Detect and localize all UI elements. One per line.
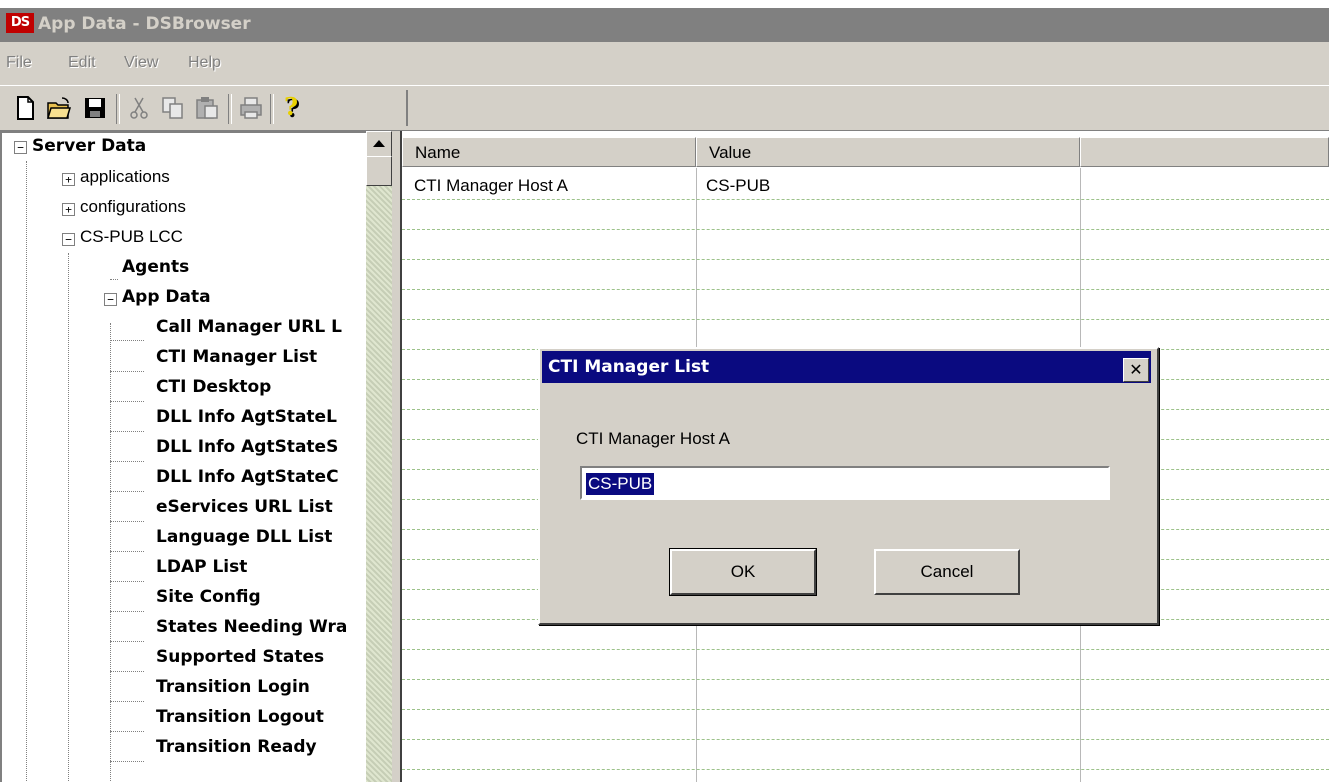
scroll-up-arrow-icon[interactable] — [366, 131, 392, 157]
cti-manager-list-dialog: CTI Manager List ✕ CTI Manager Host A CS… — [538, 347, 1159, 625]
expand-icon[interactable]: + — [62, 173, 75, 186]
tree-agents[interactable]: Agents — [122, 253, 189, 281]
row-divider — [402, 229, 1329, 230]
ok-button[interactable]: OK — [670, 549, 816, 595]
menu-help[interactable]: Help — [188, 54, 221, 72]
row-divider — [402, 289, 1329, 290]
server-data-tree: − Server Data + applications + configura… — [0, 131, 368, 782]
collapse-icon[interactable]: − — [14, 141, 27, 154]
tree-app-item[interactable]: DLL Info AgtStateS — [156, 433, 338, 461]
tree-configurations[interactable]: configurations — [80, 193, 186, 221]
expand-icon[interactable]: + — [62, 203, 75, 216]
tree-app-item[interactable]: Call Manager URL L — [156, 313, 342, 341]
dialog-field-label: CTI Manager Host A — [576, 429, 731, 448]
window-title: App Data - DSBrowser — [38, 14, 251, 34]
tree-app-item[interactable]: LDAP List — [156, 553, 247, 581]
menu-edit[interactable]: Edit — [68, 54, 96, 72]
ds-app-icon: DS — [6, 13, 34, 33]
tree-app-item[interactable]: DLL Info AgtStateL — [156, 403, 337, 431]
menu-view[interactable]: View — [124, 54, 158, 72]
row-divider — [402, 319, 1329, 320]
row-divider — [402, 769, 1329, 770]
cell-value[interactable]: CS-PUB — [706, 176, 770, 196]
column-header-name[interactable]: Name — [402, 137, 696, 167]
tree-app-item[interactable]: Site Config — [156, 583, 261, 611]
toolbar: ?? — [0, 86, 1329, 131]
column-header-value[interactable]: Value — [696, 137, 1080, 167]
collapse-icon[interactable]: − — [62, 233, 75, 246]
tree-app-item[interactable]: States Needing Wra — [156, 613, 347, 641]
paste-icon — [194, 94, 220, 122]
cancel-button[interactable]: Cancel — [874, 549, 1020, 595]
svg-text:?: ? — [284, 94, 298, 121]
cti-host-input[interactable]: CS-PUB — [580, 466, 1110, 500]
tree-app-item[interactable]: CTI Desktop — [156, 373, 271, 401]
print-icon — [238, 94, 264, 122]
new-icon[interactable] — [12, 94, 38, 122]
window-titlebar: DS App Data - DSBrowser — [0, 8, 1329, 42]
tree-app-item[interactable]: Language DLL List — [156, 523, 332, 551]
tree-root[interactable]: Server Data — [32, 133, 146, 160]
scroll-thumb[interactable] — [366, 156, 392, 186]
open-icon[interactable] — [46, 94, 72, 122]
close-icon[interactable]: ✕ — [1123, 358, 1149, 382]
toolbar-separator — [116, 94, 120, 124]
tree-app-data[interactable]: App Data — [122, 283, 211, 311]
toolbar-separator — [228, 94, 232, 124]
dialog-title: CTI Manager List — [542, 351, 1151, 383]
tree-lcc[interactable]: CS-PUB LCC — [80, 223, 183, 251]
row-divider — [402, 259, 1329, 260]
tree-scrollbar[interactable] — [366, 131, 392, 782]
cut-icon — [126, 94, 152, 122]
tree-app-item[interactable]: Transition Login — [156, 673, 310, 701]
toolbar-separator — [270, 94, 274, 124]
tree-app-item[interactable]: eServices URL List — [156, 493, 333, 521]
row-divider — [402, 649, 1329, 650]
cti-host-input-value[interactable]: CS-PUB — [586, 473, 655, 495]
copy-icon — [160, 94, 186, 122]
row-divider — [402, 679, 1329, 680]
tree-app-item[interactable]: Supported States — [156, 643, 324, 671]
tree-app-item[interactable]: DLL Info AgtStateC — [156, 463, 339, 491]
help-icon[interactable]: ?? — [280, 94, 306, 122]
page-caption-strip — [0, 0, 1329, 8]
row-divider — [402, 709, 1329, 710]
column-header-empty[interactable] — [1080, 137, 1329, 167]
tree-applications[interactable]: applications — [80, 163, 170, 191]
pane-splitter[interactable] — [392, 131, 402, 782]
menu-bar: File Edit View Help — [0, 43, 1329, 86]
dsbrowser-window: DS App Data - DSBrowser File Edit View H… — [0, 8, 1329, 782]
tree-app-item[interactable]: Transition Logout — [156, 703, 324, 731]
tree-app-item[interactable]: Transition Ready — [156, 733, 317, 761]
tree-app-item[interactable]: CTI Manager List — [156, 343, 317, 371]
toolbar-buttons: ?? — [6, 90, 408, 126]
cell-name[interactable]: CTI Manager Host A — [414, 176, 568, 196]
row-divider — [402, 739, 1329, 740]
row-divider — [402, 199, 1329, 200]
menu-file[interactable]: File — [6, 54, 32, 72]
collapse-icon[interactable]: − — [104, 293, 117, 306]
save-icon[interactable] — [82, 94, 108, 122]
